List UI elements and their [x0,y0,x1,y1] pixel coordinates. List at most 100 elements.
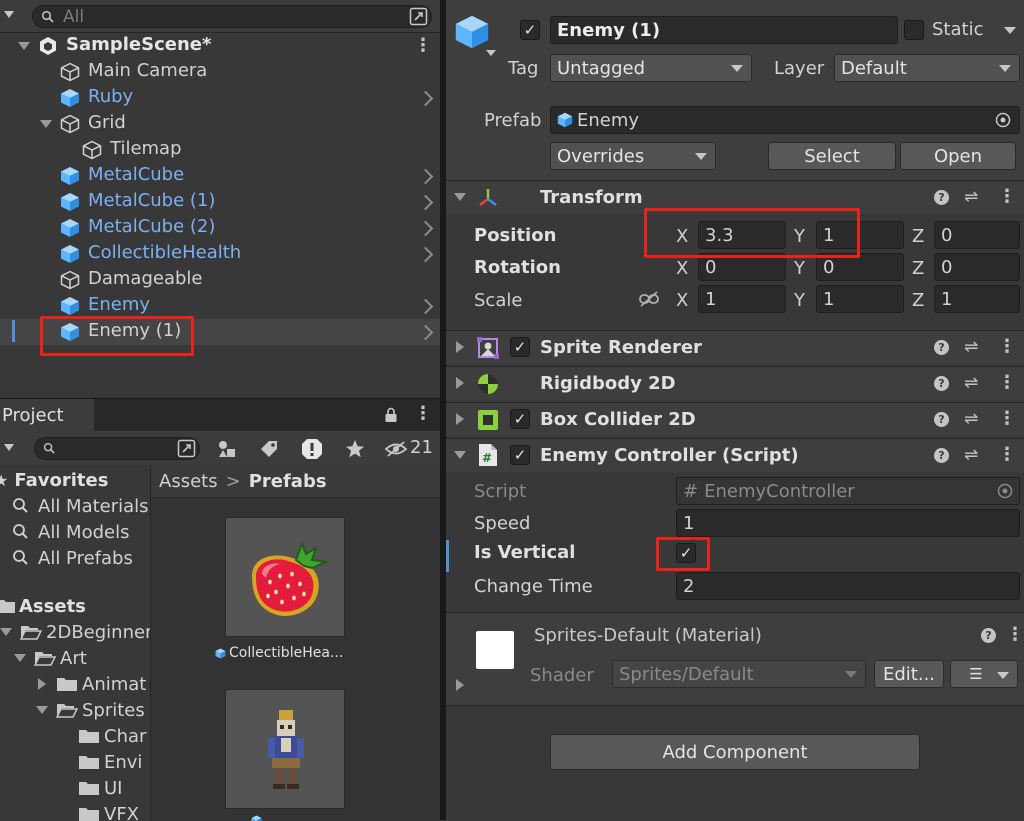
speed-input[interactable]: 1 [676,509,1020,537]
object-picker-icon[interactable] [995,112,1011,128]
change-time-input[interactable]: 2 [676,572,1020,600]
scale-x-input[interactable]: 1 [698,285,786,313]
open-button[interactable]: Open [900,142,1016,170]
transform-presets-icon[interactable]: ⇌ [964,187,978,207]
folder-item[interactable]: VFX [78,801,139,821]
favorite-item[interactable]: All Materials [0,493,149,519]
overrides-dropdown[interactable]: Overrides [550,142,716,170]
sprite-renderer-help-icon[interactable]: ? [934,340,949,355]
hierarchy-item[interactable]: MetalCube (2) [0,215,440,241]
folder-item[interactable]: 2DBeginner [0,619,150,645]
favorite-item[interactable]: All Models [0,519,129,545]
project-tab[interactable]: Project [0,399,94,431]
edit-shader-button[interactable]: Edit... [874,660,944,688]
rigidbody-presets-icon[interactable]: ⇌ [964,373,978,393]
is-vertical-checkbox[interactable]: ✓ [676,543,696,563]
folder-fold-icon[interactable] [0,628,12,636]
project-search-input[interactable] [34,437,200,460]
breadcrumb-prefabs[interactable]: Prefabs [249,471,327,492]
rotation-x-input[interactable]: 0 [698,253,786,281]
hierarchy-item[interactable]: Main Camera [0,59,440,85]
hierarchy-item[interactable]: CollectibleHealth [0,241,440,267]
favorite-star-icon[interactable] [344,438,366,460]
chevron-right-icon[interactable] [418,195,434,211]
chevron-right-icon[interactable] [418,325,434,341]
position-y-input[interactable]: 1 [816,221,904,249]
asset-tile-enemy[interactable] [225,689,345,809]
favorite-item[interactable]: All Prefabs [0,545,133,571]
static-dropdown-icon[interactable] [1004,27,1016,34]
create-dropdown-icon[interactable] [4,444,14,451]
object-name-field[interactable]: Enemy (1) [550,16,898,44]
filter-by-type-icon[interactable] [216,438,238,460]
hierarchy-item[interactable]: Enemy [0,293,440,319]
folder-fold-icon[interactable] [14,654,26,662]
shader-dropdown[interactable]: Sprites/Default [612,660,866,688]
box-collider-menu-icon[interactable]: ⋮ [998,410,1016,428]
material-menu-icon[interactable]: ⋮ [1006,626,1024,644]
rigidbody-fold-icon[interactable] [456,377,464,389]
select-button[interactable]: Select [768,142,896,170]
sprite-renderer-header[interactable]: ✓ Sprite Renderer ? ⇌ ⋮ [446,330,1024,364]
breadcrumb-assets[interactable]: Assets [159,471,218,492]
rotation-y-input[interactable]: 0 [816,253,904,281]
folder-item[interactable]: Animat [36,671,146,697]
scale-y-input[interactable]: 1 [816,285,904,313]
asset-tile-collectible[interactable] [225,517,345,637]
folder-item[interactable]: Sprites [36,697,145,723]
hierarchy-item[interactable]: Enemy (1) [0,319,440,345]
box-collider-header[interactable]: ✓ Box Collider 2D ? ⇌ ⋮ [446,402,1024,436]
box-collider-fold-icon[interactable] [456,413,464,425]
active-checkbox[interactable]: ✓ [520,20,540,40]
rigidbody-menu-icon[interactable]: ⋮ [998,374,1016,392]
tag-dropdown[interactable]: Untagged [550,54,752,82]
transform-header[interactable]: Transform ? ⇌ ⋮ [446,180,1024,214]
hierarchy-search-input[interactable]: All [32,5,432,28]
dropdown-arrow-icon[interactable] [4,11,14,18]
scene-menu-icon[interactable]: ⋮ [414,37,432,55]
enemy-controller-enabled-checkbox[interactable]: ✓ [510,445,530,465]
rigidbody-header[interactable]: Rigidbody 2D ? ⇌ ⋮ [446,366,1024,400]
folder-fold-icon[interactable] [38,678,46,690]
sprite-renderer-fold-icon[interactable] [456,341,464,353]
expand-icon[interactable] [409,7,428,26]
icon-dropdown-arrow[interactable] [486,50,496,56]
sprite-renderer-enabled-checkbox[interactable]: ✓ [510,337,530,357]
constrain-proportions-icon[interactable] [638,290,660,308]
sprite-renderer-presets-icon[interactable]: ⇌ [964,337,978,357]
folder-item[interactable]: Char [78,723,146,749]
enemy-controller-help-icon[interactable]: ? [934,448,949,463]
box-collider-help-icon[interactable]: ? [934,412,949,427]
transform-help-icon[interactable]: ? [934,190,949,205]
chevron-right-icon[interactable] [418,299,434,315]
scene-fold-icon[interactable] [18,42,30,50]
hidden-visibility-icon[interactable] [384,440,408,458]
folder-item[interactable]: Art [14,645,87,671]
scene-row[interactable]: SampleScene* ⋮ [0,33,440,59]
folder-item[interactable]: UI [78,775,122,801]
add-component-button[interactable]: Add Component [550,734,920,770]
chevron-right-icon[interactable] [418,169,434,185]
folder-fold-icon[interactable] [36,706,48,714]
prefab-field[interactable]: Enemy [550,106,1020,134]
folder-item[interactable]: Envi [78,749,142,775]
chevron-right-icon[interactable] [418,91,434,107]
enemy-controller-presets-icon[interactable]: ⇌ [964,445,978,465]
hierarchy-item[interactable]: Damageable [0,267,440,293]
shader-options-button[interactable]: ☰ [950,660,1018,688]
box-collider-enabled-checkbox[interactable]: ✓ [510,409,530,429]
warning-filter-icon[interactable] [300,437,324,461]
static-checkbox[interactable] [904,20,924,40]
chevron-right-icon[interactable] [418,247,434,263]
assets-header[interactable]: Assets [0,593,86,619]
position-x-input[interactable]: 3.3 [698,221,786,249]
material-help-icon[interactable]: ? [981,628,996,643]
project-menu-icon[interactable]: ⋮ [414,405,432,423]
filter-by-label-icon[interactable] [258,438,280,460]
enemy-controller-fold-icon[interactable] [454,451,466,459]
transform-fold-icon[interactable] [454,193,466,201]
hierarchy-item[interactable]: MetalCube [0,163,440,189]
scale-z-input[interactable]: 1 [934,285,1020,313]
favorites-header[interactable]: ★ Favorites [0,467,108,493]
grid-fold-icon[interactable] [40,120,52,128]
